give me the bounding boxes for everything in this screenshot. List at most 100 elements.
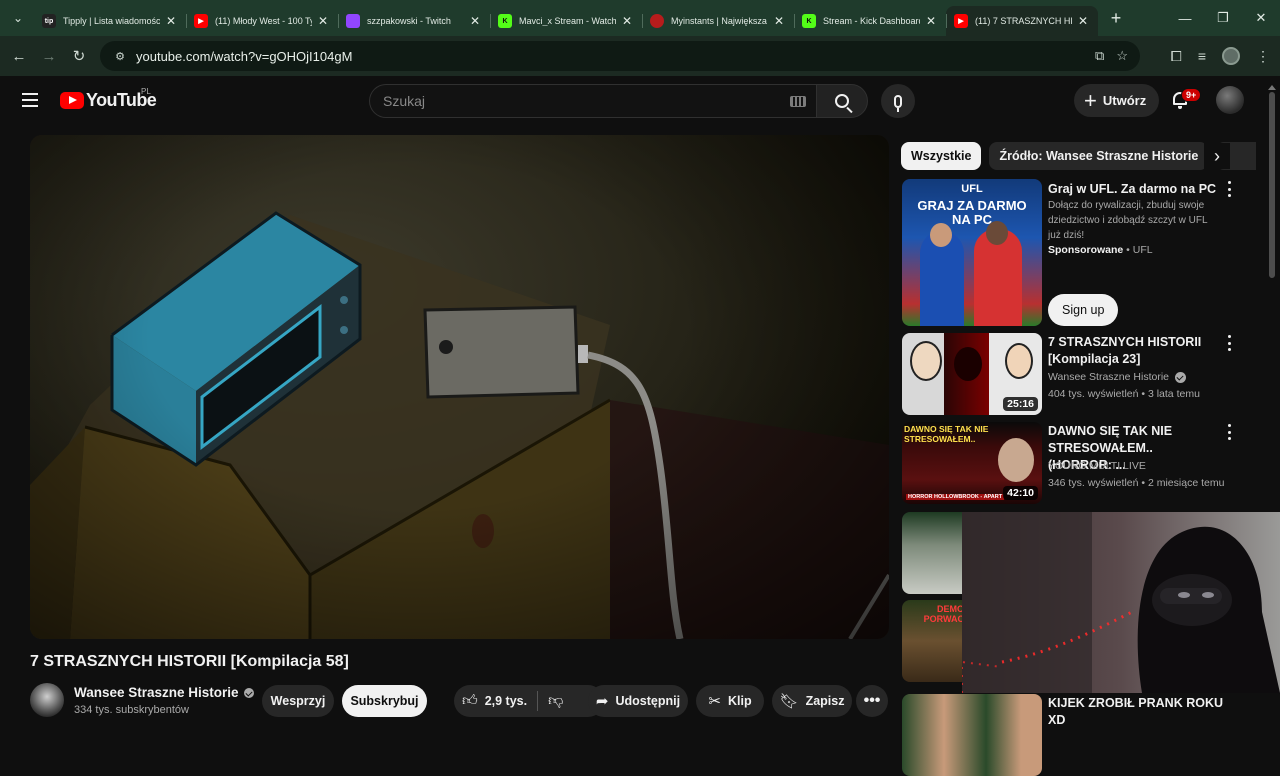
more-vert-icon[interactable] — [1224, 335, 1234, 351]
recommendation-meta: 404 tys. wyświetleń • 3 lata temu — [1048, 388, 1200, 400]
bookmark-star-icon[interactable]: ☆ — [1116, 48, 1128, 64]
extensions-icon[interactable]: ⧠ — [1171, 48, 1182, 65]
browser-tab[interactable]: tip Tipply | Lista wiadomości ✕ — [34, 6, 186, 36]
ufl-logo: UFL — [961, 183, 983, 195]
tab-search-button[interactable]: ⌄ — [6, 6, 30, 30]
recommendation-item[interactable]: KIJEK ZROBIŁ PRANK ROKU XD — [902, 694, 1232, 776]
recommendation-thumbnail[interactable] — [902, 694, 1042, 776]
search-placeholder: Szukaj — [383, 93, 426, 109]
recommendation-channel[interactable]: YOUNG MULTI LIVE — [1048, 458, 1146, 475]
chevron-right-icon[interactable]: › — [1204, 143, 1230, 169]
tab-title: (11) 7 STRASZNYCH HIST — [975, 16, 1072, 26]
minimize-icon[interactable]: — — [1166, 0, 1204, 36]
more-vert-icon[interactable] — [1224, 181, 1234, 197]
thumbs-up-icon[interactable]: 👍︎ — [462, 692, 478, 710]
install-app-icon[interactable]: ⧉ — [1095, 48, 1104, 64]
account-avatar[interactable] — [1216, 86, 1244, 114]
save-button[interactable]: 🔖︎ Zapisz — [772, 685, 852, 717]
browser-tab-active[interactable]: ▶ (11) 7 STRASZNYCH HIST ✕ — [946, 6, 1098, 36]
tab-close-icon[interactable]: ✕ — [620, 14, 634, 28]
recommendation-channel[interactable]: Wansee Straszne Historie — [1048, 369, 1169, 386]
site-info-icon[interactable]: ⚙ — [106, 45, 134, 67]
keyboard-icon[interactable] — [790, 95, 806, 107]
profile-icon[interactable] — [1222, 47, 1240, 65]
close-window-icon[interactable]: ✕ — [1242, 0, 1280, 36]
thumb-caption: DEMO PORWAC — [923, 604, 964, 624]
create-button[interactable]: + Utwórz — [1074, 84, 1160, 117]
sponsored-label: Sponsorowane — [1048, 244, 1124, 256]
subscribe-button[interactable]: Subskrybuj — [342, 685, 427, 717]
tab-close-icon[interactable]: ✕ — [924, 14, 938, 28]
media-controls-icon[interactable]: ≡ — [1198, 48, 1206, 64]
browser-menu-icon[interactable]: ⋮ — [1256, 48, 1270, 65]
player-head-right — [986, 221, 1008, 245]
search-icon — [835, 94, 849, 108]
clip-label: Klip — [727, 694, 752, 708]
kick-favicon-icon: K — [802, 14, 816, 28]
reload-icon[interactable]: ↻ — [64, 41, 94, 71]
more-actions-button[interactable]: ••• — [856, 685, 888, 717]
channel-name[interactable]: Wansee Straszne Historie — [74, 685, 254, 700]
support-button[interactable]: Wesprzyj — [262, 685, 334, 717]
recommendation-title[interactable]: 7 STRASZNYCH HISTORII [Kompilacja 23] — [1048, 334, 1218, 368]
tab-close-icon[interactable]: ✕ — [1076, 14, 1090, 28]
channel-avatar[interactable] — [30, 683, 64, 717]
ad-title[interactable]: Graj w UFL. Za darmo na PC — [1048, 181, 1220, 198]
thumbs-down-icon[interactable]: 👎︎ — [548, 692, 563, 710]
clip-button[interactable]: ✂ Klip — [696, 685, 764, 717]
tab-close-icon[interactable]: ✕ — [468, 14, 482, 28]
chip-source-channel[interactable]: Źródło: Wansee Straszne Historie — [989, 142, 1209, 170]
browser-tab[interactable]: ▶ (11) Młody West - 100 Ty ✕ — [186, 6, 338, 36]
support-label: Wesprzyj — [270, 694, 326, 708]
recommendation-item[interactable]: DAWNO SIĘ TAK NIE STRESOWAŁEM.. HORROR H… — [902, 422, 1232, 504]
ad-cta-button[interactable]: Sign up — [1048, 294, 1119, 326]
voice-search-button[interactable] — [881, 84, 915, 118]
channel-name-text[interactable]: Wansee Straszne Historie — [74, 685, 239, 700]
browser-tab[interactable]: K Stream - Kick Dashboard ✕ — [794, 6, 946, 36]
bookmark-icon: 🔖︎ — [779, 693, 799, 710]
address-bar[interactable]: ⚙ youtube.com/watch?v=gOHOjI104gM ⧉ ☆ — [100, 41, 1140, 71]
recommendation-item[interactable]: 25:16 7 STRASZNYCH HISTORII [Kompilacja … — [902, 333, 1232, 415]
forward-icon[interactable]: → — [34, 41, 64, 71]
verified-badge-icon — [1175, 372, 1186, 383]
thumb-face-center — [954, 347, 982, 381]
search-input[interactable]: Szukaj — [369, 84, 816, 118]
search-button[interactable] — [816, 84, 868, 118]
share-button[interactable]: ➦ Udostępnij — [588, 685, 688, 717]
chip-all[interactable]: Wszystkie — [901, 142, 982, 170]
guide-menu-icon[interactable] — [22, 93, 38, 107]
save-label: Zapisz — [805, 694, 845, 708]
browser-tab[interactable]: szzpakowski - Twitch ✕ — [338, 6, 490, 36]
restore-icon[interactable]: ❐ — [1204, 0, 1242, 36]
browser-toolbar: ← → ↻ ⚙ youtube.com/watch?v=gOHOjI104gM … — [0, 36, 1280, 76]
new-tab-button[interactable]: + — [1102, 4, 1130, 32]
scrollbar-thumb[interactable] — [1269, 92, 1275, 278]
microphone-icon — [894, 94, 902, 112]
ad-thumbnail[interactable]: UFL GRAJ ZA DARMO NA PC — [902, 179, 1042, 326]
ad-item[interactable]: UFL GRAJ ZA DARMO NA PC Graj w UFL. Za d… — [902, 179, 1232, 329]
back-icon[interactable]: ← — [4, 41, 34, 71]
youtube-masthead: YouTube PL Szukaj + Utwórz — [0, 76, 1280, 124]
recommendation-title[interactable]: KIJEK ZROBIŁ PRANK ROKU XD — [1048, 695, 1224, 729]
create-label: Utwórz — [1102, 93, 1147, 108]
url-text[interactable]: youtube.com/watch?v=gOHOjI104gM — [136, 49, 352, 64]
recommendation-thumbnail[interactable]: 25:16 — [902, 333, 1042, 415]
recommendation-thumbnail[interactable]: DAWNO SIĘ TAK NIE STRESOWAŁEM.. HORROR H… — [902, 422, 1042, 504]
scroll-up-arrow-icon[interactable] — [1268, 82, 1276, 90]
like-count[interactable]: 2,9 tys. — [485, 694, 527, 708]
browser-tab[interactable]: Myinstants | Największa ✕ — [642, 6, 794, 36]
page-scrollbar[interactable] — [1268, 82, 1276, 282]
tab-close-icon[interactable]: ✕ — [316, 14, 330, 28]
tab-title: (11) Młody West - 100 Ty — [215, 16, 312, 26]
video-duration: 25:16 — [1003, 397, 1038, 411]
subscribe-label: Subskrybuj — [350, 694, 419, 708]
tab-close-icon[interactable]: ✕ — [772, 14, 786, 28]
player-head-left — [930, 223, 952, 247]
more-vert-icon[interactable] — [1224, 424, 1234, 440]
video-player[interactable] — [30, 135, 889, 639]
browser-tab[interactable]: K Mavci_x Stream - Watch I ✕ — [490, 6, 642, 36]
thumb-face — [998, 438, 1034, 482]
window-controls: — ❐ ✕ — [1166, 0, 1280, 36]
twitch-favicon-icon — [346, 14, 360, 28]
tab-close-icon[interactable]: ✕ — [164, 14, 178, 28]
